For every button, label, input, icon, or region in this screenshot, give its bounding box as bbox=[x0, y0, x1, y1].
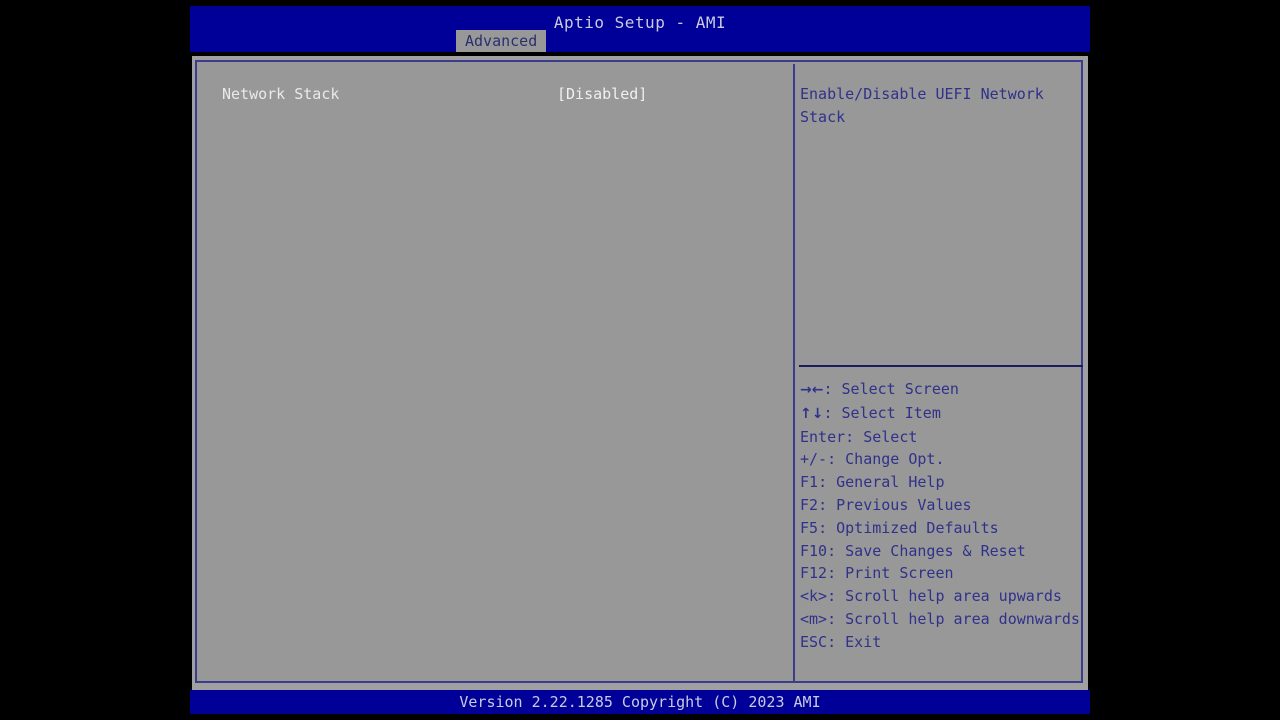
help-divider bbox=[799, 365, 1083, 367]
key-legend-key: ESC bbox=[800, 632, 828, 651]
key-legend-action: Save Changes & Reset bbox=[845, 541, 1026, 560]
help-panel: Enable/Disable UEFI Network Stack →←: Se… bbox=[793, 64, 1083, 683]
key-legend-line: <m>: Scroll help area downwards bbox=[800, 608, 1084, 631]
key-legend-separator: : bbox=[845, 427, 864, 446]
key-legend-key: <k> bbox=[800, 587, 828, 606]
key-legend-line: F5: Optimized Defaults bbox=[800, 517, 1084, 540]
key-legend-key: Enter bbox=[800, 427, 846, 446]
key-legend-key: F12 bbox=[800, 564, 828, 583]
key-legend-action: Select Item bbox=[841, 403, 941, 422]
setting-row-network-stack[interactable]: Network Stack [Disabled] bbox=[199, 83, 791, 105]
key-legend-separator: : bbox=[827, 587, 846, 606]
key-legend-key: <m> bbox=[800, 609, 828, 628]
key-legend-separator: : bbox=[827, 564, 846, 583]
version-text: Version 2.22.1285 Copyright (C) 2023 AMI bbox=[459, 693, 821, 711]
key-legend-action: Exit bbox=[845, 632, 882, 651]
key-legend-separator: : bbox=[827, 609, 846, 628]
setting-label: Network Stack bbox=[222, 85, 340, 103]
setting-value[interactable]: [Disabled] bbox=[557, 83, 647, 105]
content-frame-outer: Network Stack [Disabled] Enable/Disable … bbox=[192, 56, 1088, 690]
key-legend-separator: : bbox=[827, 632, 846, 651]
key-legend-key: +/- bbox=[800, 450, 828, 469]
key-legend-key: F2 bbox=[800, 495, 819, 514]
settings-panel: Network Stack [Disabled] bbox=[199, 64, 791, 683]
key-legend-action: Previous Values bbox=[836, 495, 972, 514]
key-legend-line: F1: General Help bbox=[800, 471, 1084, 494]
key-legend-separator: : bbox=[827, 541, 846, 560]
key-legend-action: Scroll help area downwards bbox=[845, 609, 1080, 628]
key-legend-key: F10 bbox=[800, 541, 828, 560]
key-legend-line: <k>: Scroll help area upwards bbox=[800, 585, 1084, 608]
key-legend-line: ESC: Exit bbox=[800, 631, 1084, 654]
key-legend-line: F2: Previous Values bbox=[800, 494, 1084, 517]
key-legend-separator: : bbox=[827, 450, 846, 469]
key-legend-action: Select Screen bbox=[841, 380, 959, 398]
key-legend-separator: : bbox=[823, 380, 842, 398]
key-legend-key: F5 bbox=[800, 518, 819, 537]
footer-bar: Version 2.22.1285 Copyright (C) 2023 AMI bbox=[190, 690, 1090, 714]
key-legend-separator: : bbox=[823, 403, 842, 422]
key-legend: →←: Select Screen ↑↓: Select Item Enter: S… bbox=[800, 378, 1084, 654]
key-legend-separator: : bbox=[818, 473, 837, 492]
arrow-vertical-icon: ↑↓ bbox=[800, 405, 824, 422]
key-legend-line: F10: Save Changes & Reset bbox=[800, 540, 1084, 563]
key-legend-action: General Help bbox=[836, 473, 945, 492]
bios-setup-screen: Aptio Setup - AMI Advanced Network Stack… bbox=[190, 0, 1090, 720]
key-legend-action: Print Screen bbox=[845, 564, 954, 583]
key-legend-action: Select bbox=[863, 427, 918, 446]
arrow-horizontal-icon: →← bbox=[800, 382, 824, 398]
key-legend-separator: : bbox=[818, 518, 837, 537]
key-legend-line: +/-: Change Opt. bbox=[800, 448, 1084, 471]
key-legend-line: Enter: Select bbox=[800, 426, 1084, 449]
key-legend-action: Optimized Defaults bbox=[836, 518, 999, 537]
key-legend-line: ↑↓: Select Item bbox=[800, 402, 1084, 426]
key-legend-action: Change Opt. bbox=[845, 450, 945, 469]
menu-tab-strip: Advanced bbox=[190, 30, 1090, 52]
key-legend-line: →←: Select Screen bbox=[800, 378, 1084, 402]
tab-advanced[interactable]: Advanced bbox=[456, 30, 547, 52]
key-legend-action: Scroll help area upwards bbox=[845, 587, 1062, 606]
content-frame-inner: Network Stack [Disabled] Enable/Disable … bbox=[195, 60, 1083, 683]
key-legend-separator: : bbox=[818, 495, 837, 514]
key-legend-key: F1 bbox=[800, 473, 819, 492]
key-legend-line: F12: Print Screen bbox=[800, 562, 1084, 585]
help-description: Enable/Disable UEFI Network Stack bbox=[800, 85, 1053, 126]
